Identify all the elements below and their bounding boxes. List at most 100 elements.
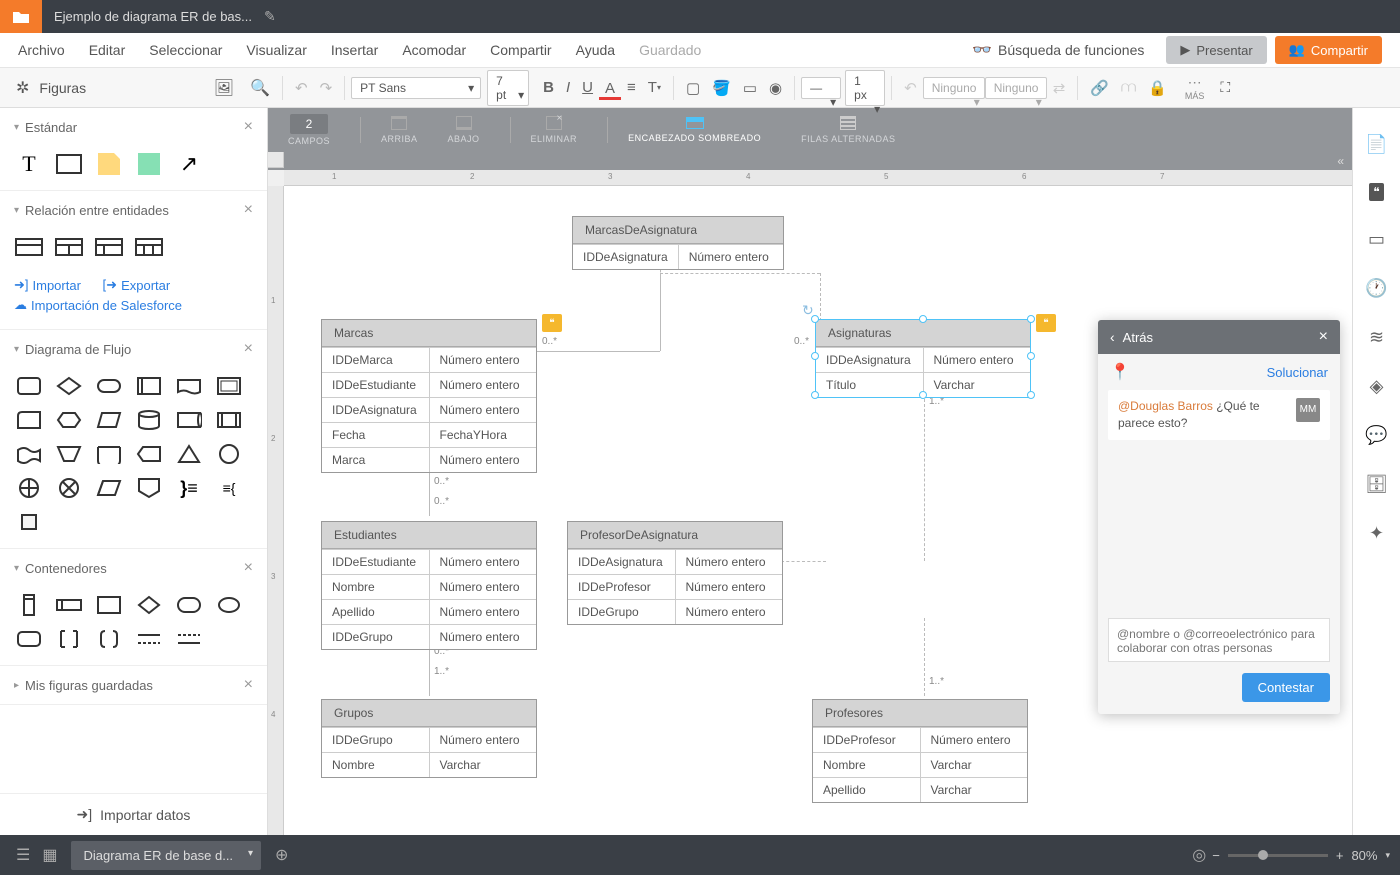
selection-handle[interactable] <box>919 391 927 399</box>
page-tab[interactable]: Diagrama ER de base d... <box>71 841 261 870</box>
shape-style-button[interactable]: ◉ <box>763 75 788 101</box>
menu-ayuda[interactable]: Ayuda <box>576 42 615 58</box>
shape-rect[interactable] <box>54 152 84 176</box>
shape-f2[interactable] <box>54 374 84 398</box>
selection-handle[interactable] <box>1027 391 1035 399</box>
shape-c11[interactable] <box>174 627 204 651</box>
fill-button[interactable]: ▢ <box>680 75 706 101</box>
shape-f21[interactable] <box>94 476 124 500</box>
shape-entity-1[interactable] <box>14 235 44 259</box>
shape-entity-2[interactable] <box>54 235 84 259</box>
section-flujo[interactable]: ▾ Diagrama de Flujo × <box>0 330 267 368</box>
import-link[interactable]: ➜]Importar <box>14 277 81 293</box>
menu-compartir[interactable]: Compartir <box>490 42 551 58</box>
magnet-icon[interactable]: ⩋ <box>1115 75 1142 100</box>
shape-f17[interactable] <box>174 442 204 466</box>
swap-button[interactable]: ⇄ <box>1047 75 1072 101</box>
menu-insertar[interactable]: Insertar <box>331 42 378 58</box>
zoom-control[interactable]: − + 80% ▾ <box>1212 848 1390 863</box>
page-icon[interactable]: 📄 <box>1365 134 1387 155</box>
zoom-in-icon[interactable]: + <box>1336 848 1344 863</box>
shape-f8[interactable] <box>54 408 84 432</box>
shape-c1[interactable] <box>14 593 44 617</box>
shape-note[interactable] <box>94 152 124 176</box>
import-data-button[interactable]: ➜] Importar datos <box>0 793 267 835</box>
list-icon[interactable]: ☰ <box>16 845 30 865</box>
font-select[interactable]: PT Sans▾ <box>351 77 481 99</box>
shape-c2[interactable] <box>54 593 84 617</box>
pin-icon[interactable]: 📍 <box>1110 362 1130 382</box>
close-icon[interactable]: × <box>244 676 253 694</box>
shape-f10[interactable] <box>134 408 164 432</box>
shape-f11[interactable] <box>174 408 204 432</box>
shape-entity-4[interactable] <box>134 235 164 259</box>
selection-handle[interactable] <box>811 352 819 360</box>
shape-entity-3[interactable] <box>94 235 124 259</box>
shape-block[interactable] <box>134 152 164 176</box>
line-end-select[interactable]: Ninguno▾ <box>985 77 1047 99</box>
shape-c6[interactable] <box>214 593 244 617</box>
more-button[interactable]: ⋯ MÁS <box>1185 74 1205 101</box>
link-icon[interactable]: 🔗 <box>1084 75 1115 101</box>
shape-f16[interactable] <box>134 442 164 466</box>
entity-grupos[interactable]: Grupos IDDeGrupoNúmero entero NombreVarc… <box>321 699 537 778</box>
reply-input[interactable] <box>1108 618 1330 662</box>
shape-f13[interactable] <box>14 442 44 466</box>
gear-icon[interactable]: ✲ <box>16 78 29 98</box>
italic-button[interactable]: I <box>560 75 576 100</box>
shape-text[interactable]: T <box>14 152 44 176</box>
collapse-right-rail[interactable]: « <box>268 152 1352 170</box>
shape-f9[interactable] <box>94 408 124 432</box>
shape-f22[interactable] <box>134 476 164 500</box>
fullscreen-icon[interactable]: ⛶ <box>1220 79 1230 96</box>
selection-handle[interactable] <box>919 315 927 323</box>
close-icon[interactable]: × <box>244 559 253 577</box>
present-icon[interactable]: ▭ <box>1368 229 1385 250</box>
section-relacion[interactable]: ▾ Relación entre entidades × <box>0 191 267 229</box>
shape-f6[interactable] <box>214 374 244 398</box>
entity-marcas-asignatura[interactable]: MarcasDeAsignatura IDDeAsignaturaNúmero … <box>572 216 784 270</box>
shape-f14[interactable] <box>54 442 84 466</box>
search-icon[interactable]: 🔍 <box>250 78 270 98</box>
entity-profesores[interactable]: Profesores IDDeProfesorNúmero entero Nom… <box>812 699 1028 803</box>
shape-f5[interactable] <box>174 374 204 398</box>
zoom-level[interactable]: 80% <box>1351 848 1377 863</box>
comment-icon[interactable]: ❝ <box>1369 183 1383 201</box>
align-button[interactable]: ≡ <box>621 75 642 100</box>
selection-handle[interactable] <box>811 391 819 399</box>
eliminar-button[interactable]: × ELIMINAR <box>531 116 578 144</box>
line-style-select[interactable]: —▾ <box>801 77 841 99</box>
menu-acomodar[interactable]: Acomodar <box>402 42 466 58</box>
shape-f25[interactable] <box>14 510 44 534</box>
filas-button[interactable]: FILAS ALTERNADAS <box>801 116 895 144</box>
abajo-button[interactable]: ABAJO <box>448 116 480 144</box>
menu-archivo[interactable]: Archivo <box>18 42 65 58</box>
shape-f19[interactable] <box>14 476 44 500</box>
share-button[interactable]: 👥 Compartir <box>1275 36 1382 64</box>
target-icon[interactable]: ◎ <box>1192 845 1206 865</box>
section-contenedores[interactable]: ▾ Contenedores × <box>0 549 267 587</box>
comment-badge[interactable]: ❝ <box>542 314 562 332</box>
encabezado-button[interactable]: ENCABEZADO SOMBREADO <box>628 117 761 143</box>
border-button[interactable]: ▭ <box>737 75 763 101</box>
campos-input[interactable] <box>290 114 328 134</box>
close-icon[interactable]: × <box>244 201 253 219</box>
underline-button[interactable]: U <box>576 75 599 100</box>
history-icon[interactable]: 🕐 <box>1365 278 1387 299</box>
close-icon[interactable]: × <box>1319 328 1328 346</box>
back-label[interactable]: Atrás <box>1123 330 1153 345</box>
redo-button[interactable]: ↷ <box>314 75 339 101</box>
shape-f12[interactable] <box>214 408 244 432</box>
shape-f15[interactable] <box>94 442 124 466</box>
shape-f20[interactable] <box>54 476 84 500</box>
shape-c3[interactable] <box>94 593 124 617</box>
reply-button[interactable]: Contestar <box>1242 673 1330 702</box>
lock-icon[interactable]: 🔒 <box>1142 75 1173 101</box>
arriba-button[interactable]: ARRIBA <box>381 116 418 144</box>
bold-button[interactable]: B <box>537 75 560 100</box>
salesforce-link[interactable]: ☁Importación de Salesforce <box>14 297 182 313</box>
text-color-button[interactable]: A <box>599 76 621 100</box>
magic-icon[interactable]: ✦ <box>1369 523 1384 544</box>
rotate-handle[interactable]: ↻ <box>802 302 814 319</box>
undo-button[interactable]: ↶ <box>289 75 314 101</box>
